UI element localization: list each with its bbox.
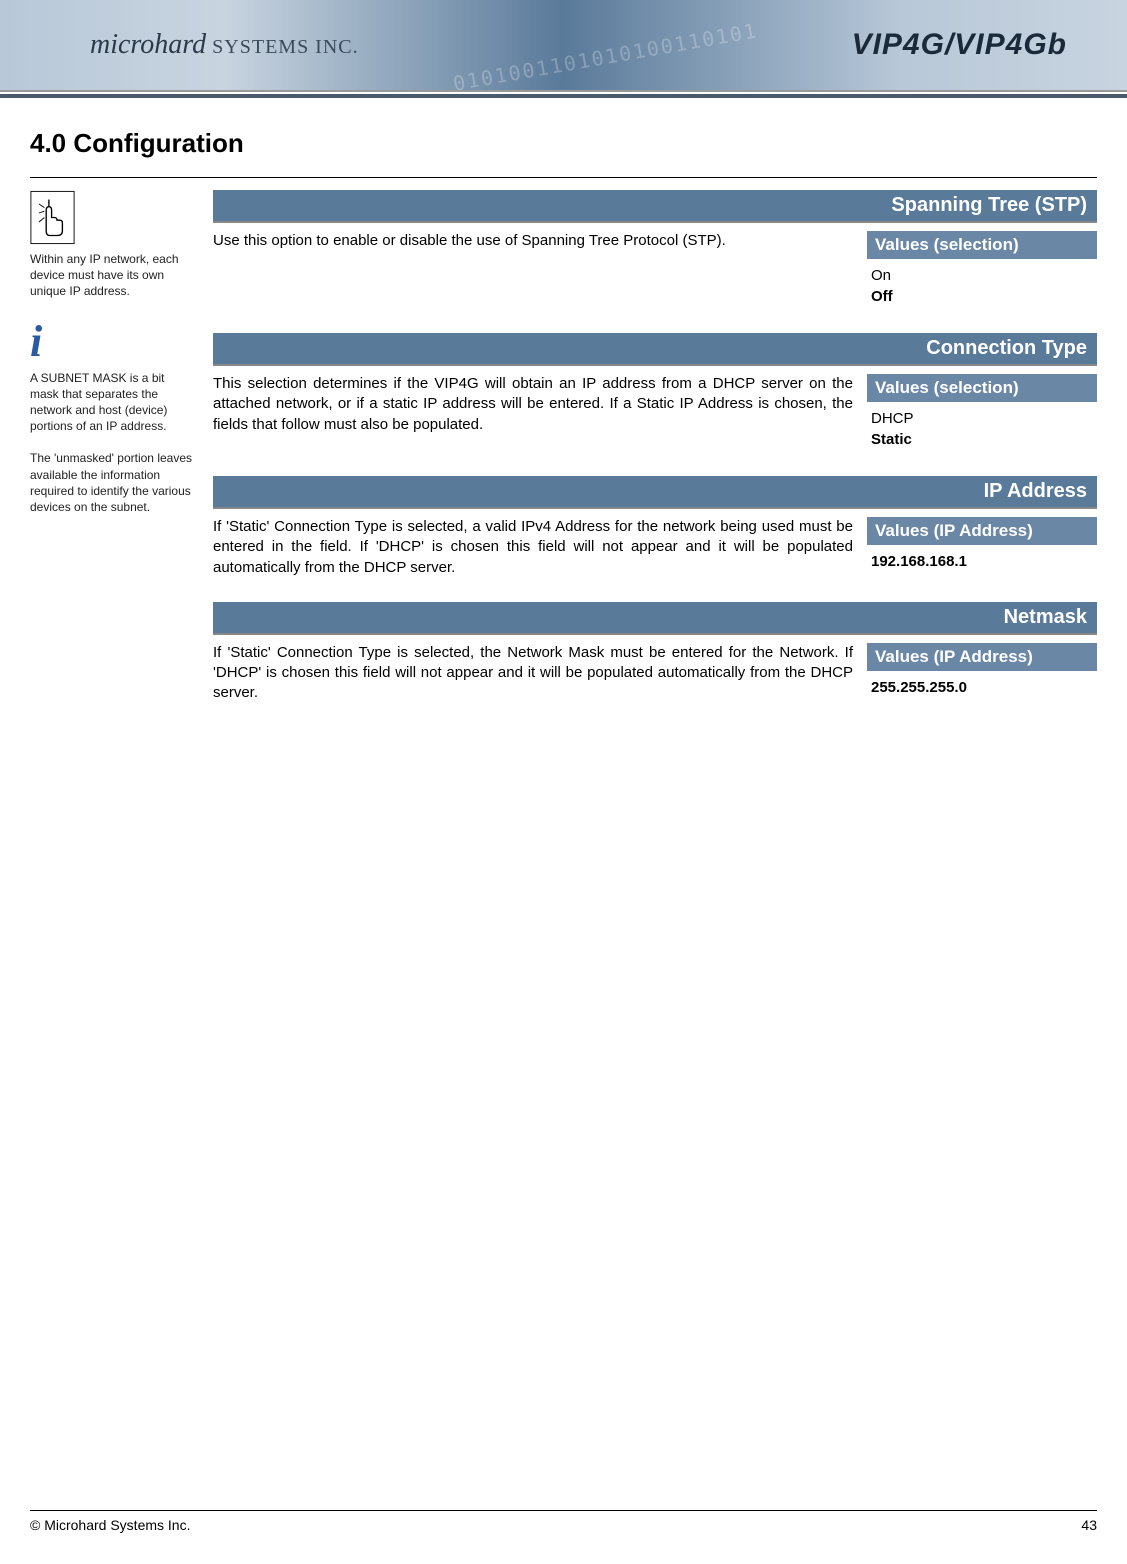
param-description: Use this option to enable or disable the… bbox=[213, 231, 853, 309]
footer-copyright: © Microhard Systems Inc. bbox=[30, 1517, 190, 1533]
main-content: Spanning Tree (STP) Use this option to e… bbox=[213, 190, 1097, 728]
sidebar-note-1: Within any IP network, each device must … bbox=[30, 251, 195, 300]
param-description: This selection determines if the VIP4G w… bbox=[213, 374, 853, 452]
param-title: IP Address bbox=[213, 476, 1097, 509]
values-box: Values (selection) DHCP Static bbox=[867, 374, 1097, 452]
value-item: Off bbox=[871, 286, 1093, 307]
value-item: Static bbox=[871, 429, 1093, 450]
title-divider bbox=[30, 177, 1097, 178]
value-item: 255.255.255.0 bbox=[871, 677, 1093, 698]
values-box: Values (IP Address) 192.168.168.1 bbox=[867, 517, 1097, 578]
info-icon: i bbox=[30, 320, 195, 364]
sidebar: Within any IP network, each device must … bbox=[30, 190, 195, 531]
brand-thin: SYSTEMS INC. bbox=[206, 36, 358, 58]
brand-product-right: VIP4G/VIP4Gb bbox=[852, 28, 1067, 62]
footer-page-number: 43 bbox=[1081, 1517, 1097, 1533]
values-header: Values (IP Address) bbox=[867, 517, 1097, 545]
brand-logo-left: microhard SYSTEMS INC. bbox=[90, 29, 359, 61]
sidebar-note-3: The 'unmasked' portion leaves available … bbox=[30, 450, 195, 515]
param-connection-type: Connection Type This selection determine… bbox=[213, 333, 1097, 452]
values-header: Values (selection) bbox=[867, 374, 1097, 402]
param-title: Netmask bbox=[213, 602, 1097, 635]
value-item: DHCP bbox=[871, 408, 1093, 429]
values-header: Values (IP Address) bbox=[867, 643, 1097, 671]
param-title: Connection Type bbox=[213, 333, 1097, 366]
param-description: If 'Static' Connection Type is selected,… bbox=[213, 643, 853, 704]
footer-divider bbox=[30, 1510, 1097, 1511]
note-hand-icon bbox=[30, 190, 75, 245]
section-title: 4.0 Configuration bbox=[30, 128, 1097, 159]
param-netmask: Netmask If 'Static' Connection Type is s… bbox=[213, 602, 1097, 704]
param-ip-address: IP Address If 'Static' Connection Type i… bbox=[213, 476, 1097, 578]
brand-bold: microhard bbox=[90, 29, 206, 60]
page-footer: © Microhard Systems Inc. 43 bbox=[30, 1510, 1097, 1533]
sidebar-note-2: A SUBNET MASK is a bit mask that separat… bbox=[30, 370, 195, 435]
values-list: On Off bbox=[867, 259, 1097, 309]
values-header: Values (selection) bbox=[867, 231, 1097, 259]
values-list: 255.255.255.0 bbox=[867, 671, 1097, 700]
values-list: 192.168.168.1 bbox=[867, 545, 1097, 574]
values-box: Values (IP Address) 255.255.255.0 bbox=[867, 643, 1097, 704]
page-banner: microhard SYSTEMS INC. VIP4G/VIP4Gb bbox=[0, 0, 1127, 92]
param-description: If 'Static' Connection Type is selected,… bbox=[213, 517, 853, 578]
value-item: 192.168.168.1 bbox=[871, 551, 1093, 572]
value-item: On bbox=[871, 265, 1093, 286]
values-box: Values (selection) On Off bbox=[867, 231, 1097, 309]
values-list: DHCP Static bbox=[867, 402, 1097, 452]
param-spanning-tree: Spanning Tree (STP) Use this option to e… bbox=[213, 190, 1097, 309]
param-title: Spanning Tree (STP) bbox=[213, 190, 1097, 223]
